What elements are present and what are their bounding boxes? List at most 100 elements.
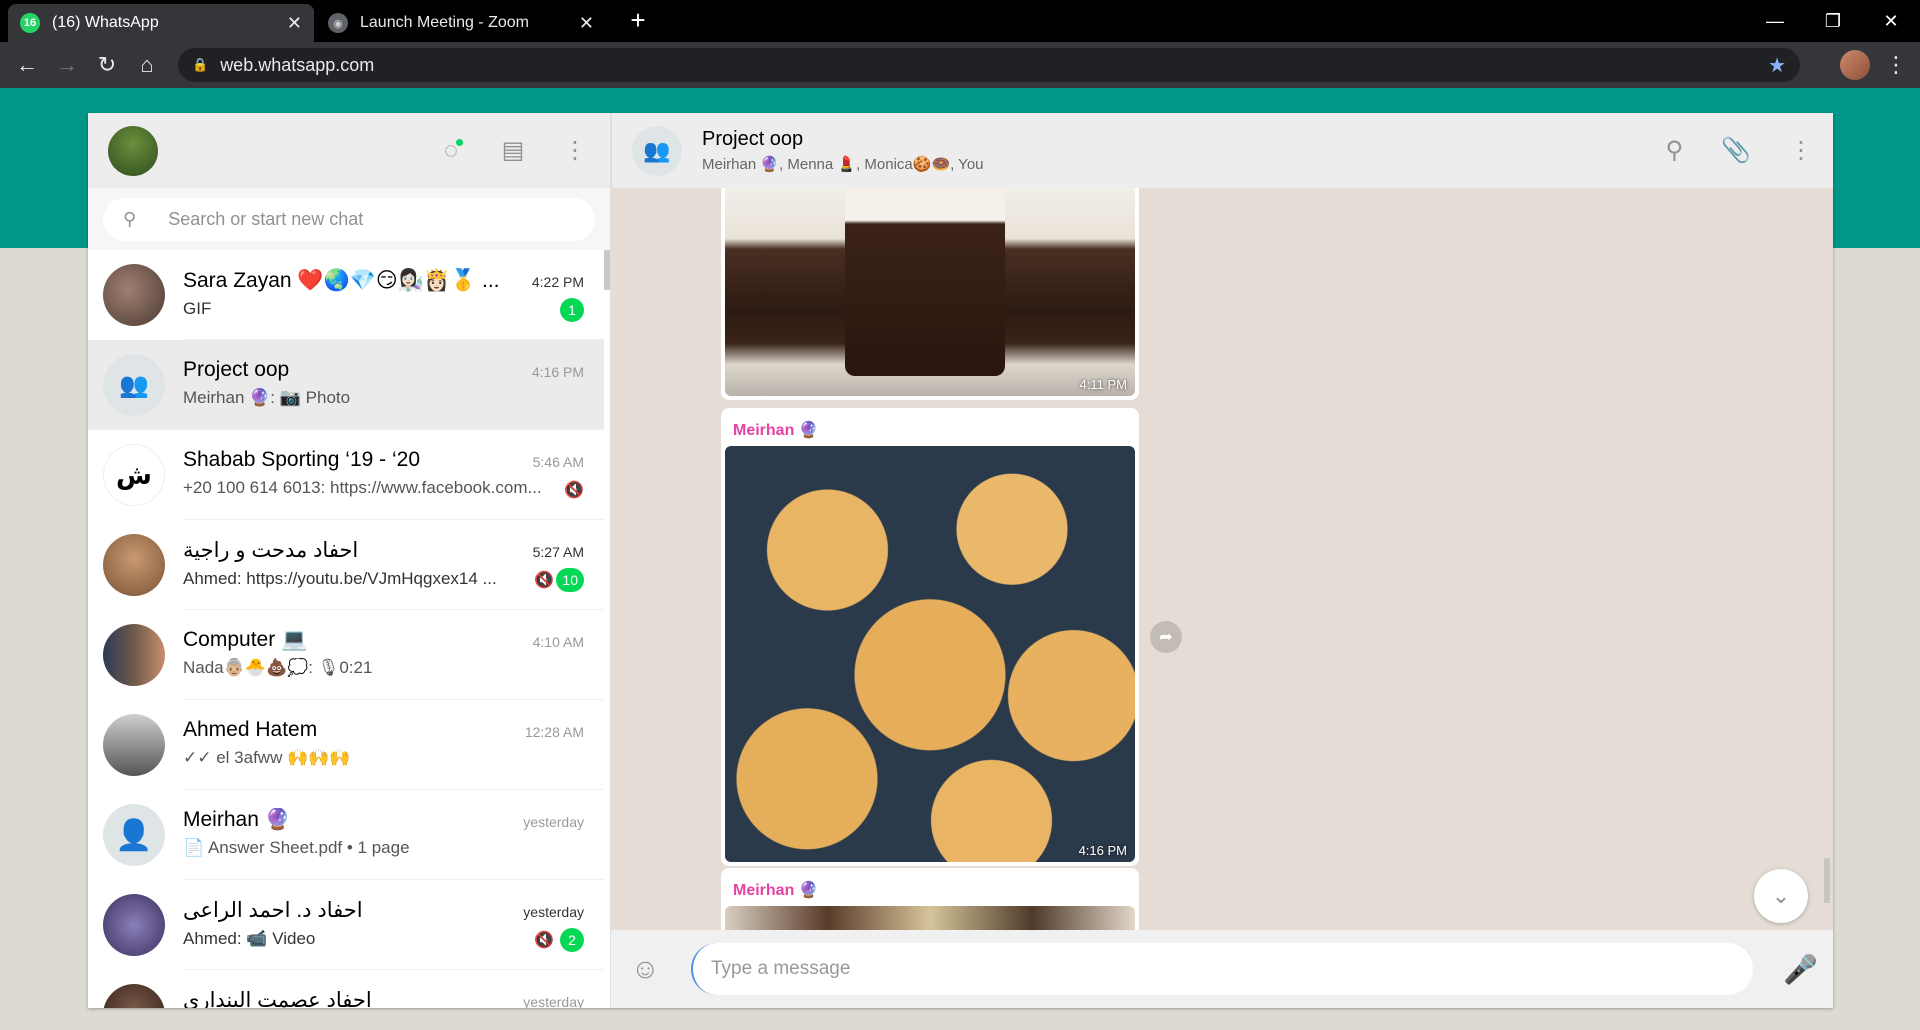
- close-icon[interactable]: ✕: [579, 13, 594, 34]
- chat-preview: Meirhan 🔮: 📷 Photo: [183, 388, 351, 407]
- lock-icon: 🔒: [192, 57, 209, 72]
- image-message[interactable]: Meirhan 🔮: [721, 868, 1139, 930]
- chat-avatar: [103, 714, 165, 776]
- window-close-button[interactable]: ✕: [1862, 0, 1920, 42]
- muted-icon: 🔇: [534, 572, 554, 589]
- tab-zoom[interactable]: ◉ Launch Meeting - Zoom ✕: [316, 4, 606, 42]
- message-input[interactable]: Type a message: [691, 943, 1753, 995]
- scroll-down-button[interactable]: ⌄: [1754, 869, 1808, 923]
- browser-tab-strip: 16 (16) WhatsApp ✕ ◉ Launch Meeting - Zo…: [0, 0, 1920, 42]
- chat-avatar: [103, 264, 165, 326]
- sidebar-header: ◌ ▤ ⋮: [88, 113, 610, 188]
- reload-icon[interactable]: ↻: [92, 50, 122, 80]
- sidebar-scrollbar[interactable]: [604, 250, 610, 290]
- chat-preview: +20 100 614 6013: https://www.facebook.c…: [183, 478, 542, 497]
- browser-menu-icon[interactable]: ⋮: [1884, 50, 1908, 80]
- url-text: web.whatsapp.com: [220, 54, 375, 75]
- chat-preview: Ahmed: https://youtu.be/VJmHqgxex14 ...: [183, 569, 497, 588]
- image-message[interactable]: Meirhan 🔮 4:16 PM: [721, 408, 1139, 866]
- search-bar: ⚲ Search or start new chat: [88, 188, 610, 250]
- minimize-button[interactable]: —: [1746, 0, 1804, 42]
- chat-name: احفاد مدحت و راجية: [183, 539, 359, 562]
- forward-arrow-icon[interactable]: →: [52, 50, 82, 80]
- chat-time: yesterday: [523, 814, 584, 830]
- my-avatar[interactable]: [108, 125, 158, 176]
- chat-item[interactable]: Ahmed Hatem 12:28 AM ✓✓ el 3afww 🙌🙌🙌: [88, 700, 604, 790]
- message-sender: Meirhan 🔮: [733, 422, 819, 439]
- new-tab-button[interactable]: +: [622, 4, 654, 36]
- chat-preview: Nada👵🏼🐣💩💭: 🎙0:21: [183, 658, 373, 677]
- chat-item[interactable]: 👤 Meirhan 🔮 yesterday 📄 Answer Sheet.pdf…: [88, 790, 604, 880]
- whatsapp-app: ◌ ▤ ⋮ ⚲ Search or start new chat Sara Za…: [88, 113, 1833, 1008]
- search-icon[interactable]: ⚲: [1666, 136, 1684, 165]
- new-chat-icon[interactable]: ▤: [498, 136, 528, 166]
- chat-preview: Ahmed: 📹 Video: [183, 929, 316, 948]
- chat-name: Ahmed Hatem: [183, 718, 318, 741]
- unread-badge: 2: [560, 928, 584, 952]
- brownie-stack: [845, 188, 1005, 376]
- search-input[interactable]: ⚲ Search or start new chat: [103, 198, 595, 241]
- chat-time: 4:16 PM: [531, 364, 584, 380]
- chat-item[interactable]: احفاد مدحت و راجية 5:27 AM Ahmed: https:…: [88, 520, 604, 610]
- chat-avatar: [103, 534, 165, 596]
- conversation-title: Project oop: [702, 128, 804, 150]
- unread-badge: 10: [556, 568, 584, 592]
- back-arrow-icon[interactable]: ←: [12, 50, 42, 80]
- chat-avatar: ش: [103, 444, 165, 506]
- conversation-header[interactable]: 👥 Project oop Meirhan 🔮, Menna 💄, Monica…: [611, 113, 1833, 188]
- message-area: 4:11 PM Meirhan 🔮 4:16 PM ➦ Meirhan 🔮: [611, 188, 1833, 930]
- bookmark-star-icon[interactable]: ★: [1768, 53, 1786, 78]
- microphone-icon[interactable]: 🎤: [1783, 953, 1818, 986]
- chat-name: Project oop: [183, 358, 290, 381]
- chat-item[interactable]: Sara Zayan ❤️🌏💎😏👩🏻‍🔬👸🏻🥇 ... 4:22 PM GIF …: [88, 250, 604, 340]
- menu-icon[interactable]: ⋮: [1789, 136, 1813, 165]
- message-sender: Meirhan 🔮: [733, 882, 819, 899]
- chat-time: 12:28 AM: [524, 724, 584, 740]
- brownie-photo[interactable]: 4:11 PM: [725, 188, 1135, 396]
- status-unread-dot: [456, 138, 463, 146]
- status-icon[interactable]: ◌: [436, 136, 466, 166]
- chat-avatar: [103, 984, 165, 1008]
- search-icon: ⚲: [123, 209, 137, 229]
- taco-cups-photo[interactable]: 4:16 PM: [725, 446, 1135, 862]
- chat-item[interactable]: احفاد د. احمد الراعى yesterday Ahmed: 📹 …: [88, 880, 604, 970]
- globe-icon: ◉: [328, 13, 348, 33]
- chat-preview: 📄 Answer Sheet.pdf • 1 page: [183, 838, 410, 857]
- chat-time: 5:27 AM: [532, 544, 584, 560]
- chat-time: 5:46 AM: [532, 454, 584, 470]
- emoji-icon[interactable]: ☺: [631, 953, 671, 985]
- food-photo[interactable]: [725, 906, 1135, 930]
- sidebar: ◌ ▤ ⋮ ⚲ Search or start new chat Sara Za…: [88, 113, 611, 1008]
- message-composer: ☺ Type a message 🎤: [611, 930, 1833, 1008]
- participants-list: Meirhan 🔮, Menna 💄, Monica🍪🍩, You: [702, 156, 984, 173]
- attach-icon[interactable]: 📎: [1721, 136, 1751, 165]
- home-icon[interactable]: ⌂: [132, 50, 162, 80]
- address-bar[interactable]: 🔒 web.whatsapp.com ★: [178, 48, 1800, 82]
- profile-avatar[interactable]: [1840, 50, 1870, 80]
- maximize-button[interactable]: ❐: [1804, 0, 1862, 42]
- chat-preview: ✓✓ el 3afww 🙌🙌🙌: [183, 748, 351, 767]
- muted-icon: 🔇: [564, 482, 584, 499]
- chat-list: Sara Zayan ❤️🌏💎😏👩🏻‍🔬👸🏻🥇 ... 4:22 PM GIF …: [88, 250, 604, 1008]
- default-avatar: 👤: [103, 804, 165, 866]
- chat-preview: GIF: [183, 299, 212, 318]
- chat-item[interactable]: 👥 Project oop 4:16 PM Meirhan 🔮: 📷 Photo: [88, 340, 604, 430]
- group-avatar[interactable]: 👥: [632, 125, 682, 176]
- chat-item[interactable]: Computer 💻 4:10 AM Nada👵🏼🐣💩💭: 🎙0:21: [88, 610, 604, 700]
- conversation-panel: 👥 Project oop Meirhan 🔮, Menna 💄, Monica…: [611, 113, 1833, 1008]
- chat-name: Computer 💻: [183, 628, 308, 651]
- chat-item[interactable]: احفاد عصمت البنداري yesterday: [88, 970, 604, 1008]
- chat-time: yesterday: [523, 904, 584, 920]
- tab-whatsapp[interactable]: 16 (16) WhatsApp ✕: [8, 4, 314, 42]
- close-icon[interactable]: ✕: [287, 13, 302, 34]
- unread-badge: 1: [560, 298, 584, 322]
- menu-icon[interactable]: ⋮: [560, 136, 590, 166]
- messages-scrollbar[interactable]: [1824, 858, 1830, 903]
- muted-icon: 🔇: [534, 932, 554, 949]
- whatsapp-favicon-icon: 16: [20, 13, 40, 33]
- forward-icon[interactable]: ➦: [1150, 621, 1182, 653]
- message-time: 4:11 PM: [1079, 377, 1127, 392]
- image-message[interactable]: 4:11 PM: [721, 188, 1139, 400]
- chat-item[interactable]: ش Shabab Sporting ‘19 - ‘20 5:46 AM +20 …: [88, 430, 604, 520]
- tab-title: Launch Meeting - Zoom: [360, 14, 529, 31]
